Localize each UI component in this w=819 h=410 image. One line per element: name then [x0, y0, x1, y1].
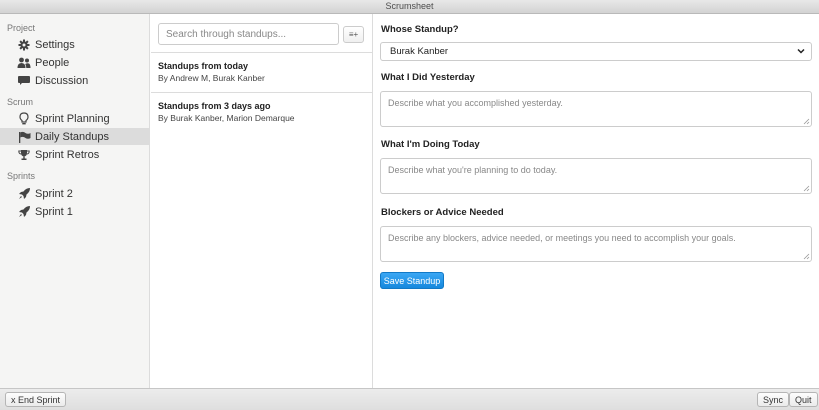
quit-button[interactable]: Quit [789, 392, 818, 407]
whose-standup-select[interactable]: Burak Kanber [380, 42, 812, 61]
divider [151, 52, 373, 53]
yesterday-label: What I Did Yesterday [381, 72, 475, 83]
rocket-icon [17, 205, 31, 219]
sidebar-section-scrum: Scrum [7, 97, 34, 107]
window-title-bar: Scrumsheet [0, 0, 819, 14]
selected-person: Burak Kanber [390, 46, 449, 57]
whose-standup-label: Whose Standup? [381, 24, 459, 35]
resize-handle-icon[interactable] [803, 118, 810, 125]
sidebar-item-people[interactable]: People [0, 54, 150, 71]
yesterday-placeholder: Describe what you accomplished yesterday… [388, 98, 563, 108]
today-textarea[interactable]: Describe what you're planning to do toda… [380, 158, 812, 194]
sidebar-item-label: Daily Standups [35, 130, 109, 143]
sidebar-item-sprint-1[interactable]: Sprint 1 [0, 203, 150, 220]
standup-title: Standups from 3 days ago [158, 101, 271, 111]
trophy-icon [17, 148, 31, 162]
sidebar-item-sprint-2[interactable]: Sprint 2 [0, 185, 150, 202]
gear-icon [17, 38, 31, 52]
chevron-down-icon [797, 48, 805, 54]
sidebar-item-label: Sprint 1 [35, 205, 73, 218]
sidebar-item-discussion[interactable]: Discussion [0, 72, 150, 89]
resize-handle-icon[interactable] [803, 185, 810, 192]
sidebar-item-sprint-retros[interactable]: Sprint Retros [0, 146, 150, 163]
window-title: Scrumsheet [385, 1, 434, 11]
sidebar-item-settings[interactable]: Settings [0, 36, 150, 53]
blockers-label: Blockers or Advice Needed [381, 207, 504, 218]
blockers-textarea[interactable]: Describe any blockers, advice needed, or… [380, 226, 812, 262]
sidebar-item-label: Sprint Retros [35, 148, 100, 161]
today-label: What I'm Doing Today [381, 139, 480, 150]
today-placeholder: Describe what you're planning to do toda… [388, 165, 558, 175]
sidebar-item-label: People [35, 56, 70, 69]
chat-icon [17, 74, 31, 88]
sidebar-item-daily-standups[interactable]: Daily Standups [0, 128, 150, 145]
sidebar-section-project: Project [7, 23, 36, 33]
standup-authors: By Andrew M, Burak Kanber [158, 73, 265, 83]
sidebar-item-label: Sprint 2 [35, 187, 73, 200]
standup-authors: By Burak Kanber, Marion Demarque [158, 113, 295, 123]
sidebar-item-sprint-planning[interactable]: Sprint Planning [0, 110, 150, 127]
flag-icon [17, 130, 31, 144]
end-sprint-button[interactable]: x End Sprint [5, 392, 67, 407]
resize-handle-icon[interactable] [803, 253, 810, 260]
list-item[interactable]: Standups from today By Andrew M, Burak K… [151, 60, 373, 84]
sync-button[interactable]: Sync [757, 392, 790, 407]
sidebar-section-sprints: Sprints [7, 171, 36, 181]
search-input[interactable] [158, 23, 339, 45]
save-standup-button[interactable]: Save Standup [380, 272, 444, 289]
blockers-placeholder: Describe any blockers, advice needed, or… [388, 233, 736, 243]
people-icon [17, 56, 31, 70]
list-item[interactable]: Standups from 3 days ago By Burak Kanber… [151, 100, 373, 124]
new-standup-button[interactable]: ≡+ [343, 26, 364, 43]
rocket-icon [17, 187, 31, 201]
standup-list-pane: ≡+ Standups from today By Andrew M, Bura… [151, 14, 373, 388]
yesterday-textarea[interactable]: Describe what you accomplished yesterday… [380, 91, 812, 127]
standup-title: Standups from today [158, 61, 249, 71]
standup-form: Whose Standup? Burak Kanber What I Did Y… [374, 14, 819, 388]
lightbulb-icon [17, 112, 31, 126]
sidebar: Project Settings People Discussion Scrum… [0, 14, 150, 388]
divider [151, 92, 373, 93]
sidebar-item-label: Discussion [35, 74, 89, 87]
footer-toolbar: x End Sprint Sync Quit [0, 388, 819, 410]
sidebar-item-label: Sprint Planning [35, 112, 110, 125]
sidebar-item-label: Settings [35, 38, 75, 51]
